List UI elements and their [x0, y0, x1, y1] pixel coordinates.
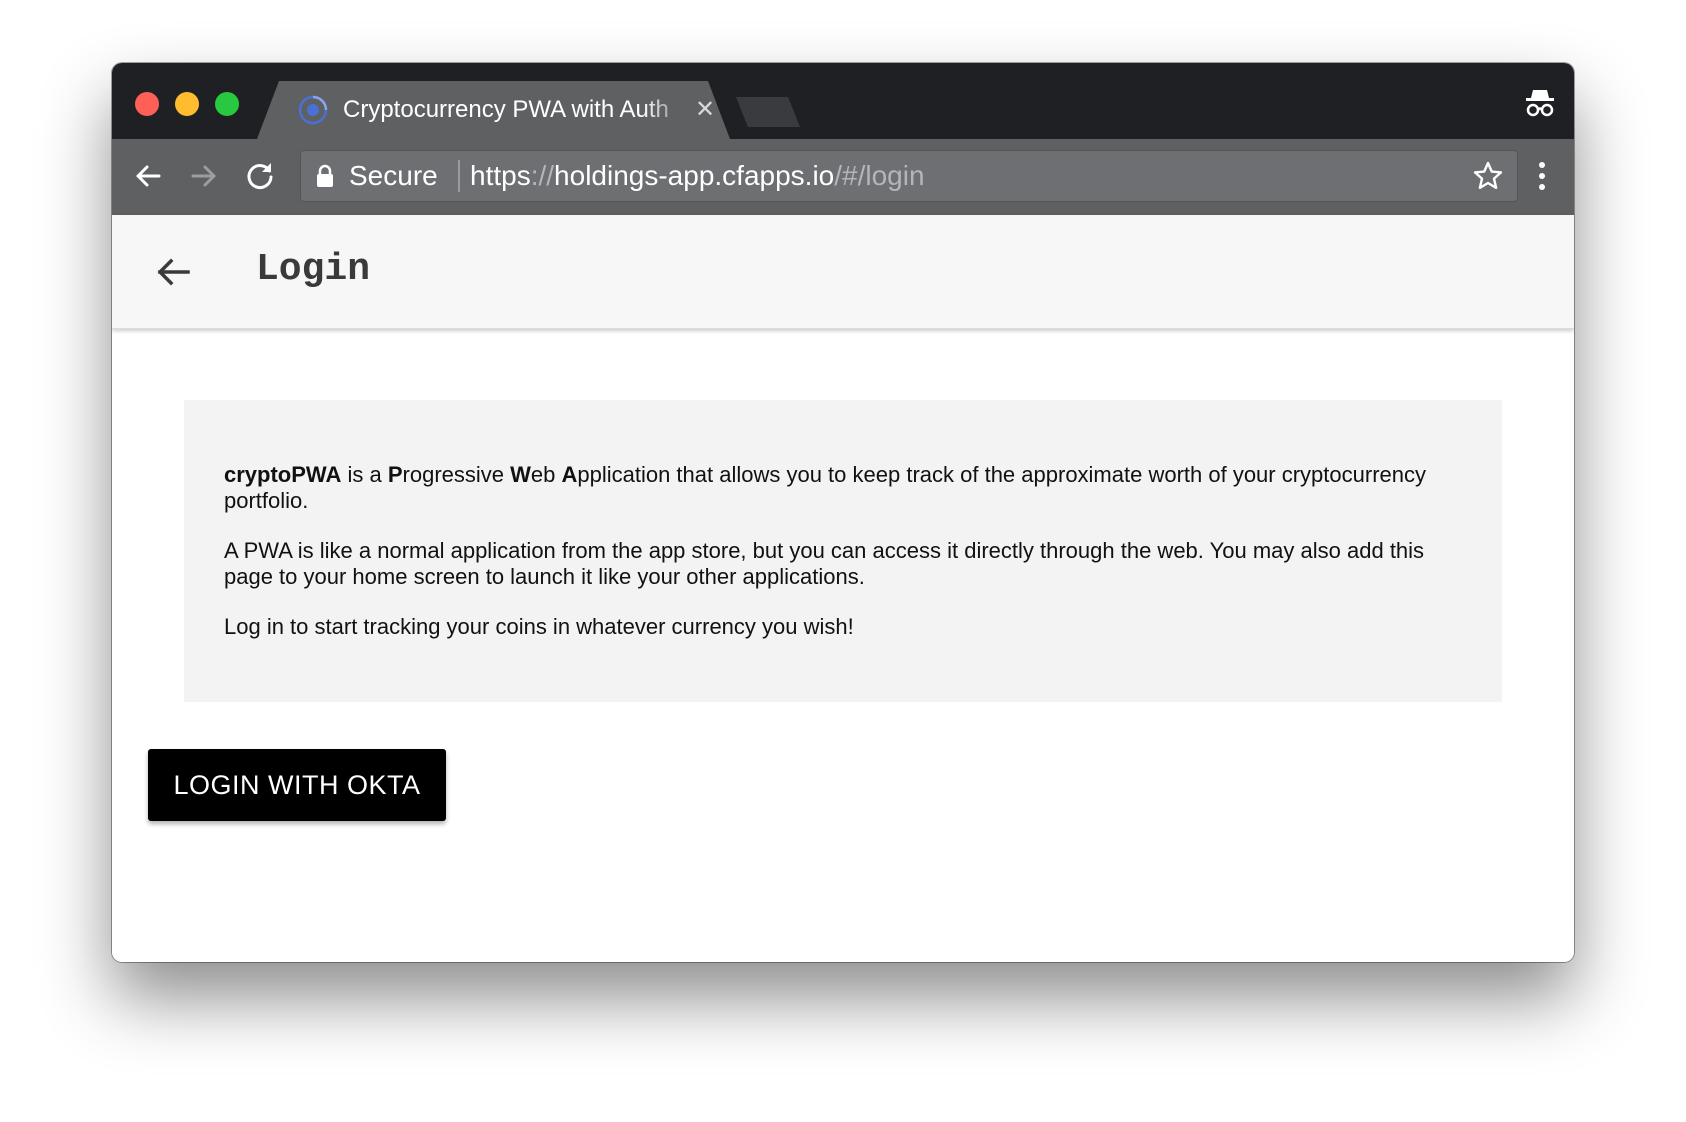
app-name: cryptoPWA [224, 462, 342, 487]
intro-emphasis: A [561, 462, 578, 487]
secure-label: Secure [349, 160, 438, 191]
page-content: Login cryptoPWA is a Progressive Web App… [112, 215, 1574, 962]
arrow-forward-icon[interactable] [184, 156, 224, 196]
url-path: /#/login [834, 160, 925, 191]
browser-window: Cryptocurrency PWA with Auth ✕ Secure ht… [112, 63, 1574, 962]
intro-paragraph-1: cryptoPWA is a Progressive Web Applicati… [224, 462, 1458, 514]
tab-title: Cryptocurrency PWA with Auth [343, 96, 669, 123]
page-title: Login [256, 248, 371, 291]
angular-favicon-icon [298, 95, 328, 125]
url-text[interactable]: https://holdings-app.cfapps.io/#/login [470, 159, 925, 193]
url-separator: :// [530, 160, 555, 191]
intro-card: cryptoPWA is a Progressive Web Applicati… [184, 400, 1502, 702]
login-with-okta-button[interactable]: LOGIN WITH OKTA [148, 749, 446, 821]
intro-text: is a [341, 462, 388, 487]
address-divider [458, 160, 460, 192]
app-toolbar: Login [112, 215, 1574, 329]
new-tab-button[interactable] [736, 97, 800, 127]
close-window-button[interactable] [135, 92, 159, 116]
url-host: holdings-app.cfapps.io [554, 160, 835, 191]
minimize-window-button[interactable] [175, 92, 199, 116]
arrow-back-icon[interactable] [128, 156, 168, 196]
address-bar[interactable]: Secure https://holdings-app.cfapps.io/#/… [300, 150, 1518, 202]
title-bar: Cryptocurrency PWA with Auth ✕ [112, 63, 1574, 139]
arrow-back-icon[interactable] [154, 253, 192, 291]
lock-icon [317, 164, 333, 187]
browser-toolbar: Secure https://holdings-app.cfapps.io/#/… [112, 139, 1574, 215]
zoom-window-button[interactable] [215, 92, 239, 116]
more-vert-icon[interactable] [1530, 156, 1554, 196]
active-tab[interactable]: Cryptocurrency PWA with Auth ✕ [257, 81, 730, 139]
intro-text: eb [530, 462, 562, 487]
intro-text: rogressive [402, 462, 511, 487]
intro-paragraph-3: Log in to start tracking your coins in w… [224, 614, 854, 639]
intro-emphasis: P [387, 462, 403, 487]
intro-emphasis: W [510, 462, 531, 487]
incognito-icon [1526, 90, 1554, 117]
reload-icon[interactable] [240, 156, 280, 196]
star-icon[interactable] [1472, 160, 1504, 192]
url-scheme: https [470, 160, 531, 191]
tab-close-icon[interactable]: ✕ [691, 96, 719, 124]
intro-paragraph-2: A PWA is like a normal application from … [224, 538, 1425, 589]
